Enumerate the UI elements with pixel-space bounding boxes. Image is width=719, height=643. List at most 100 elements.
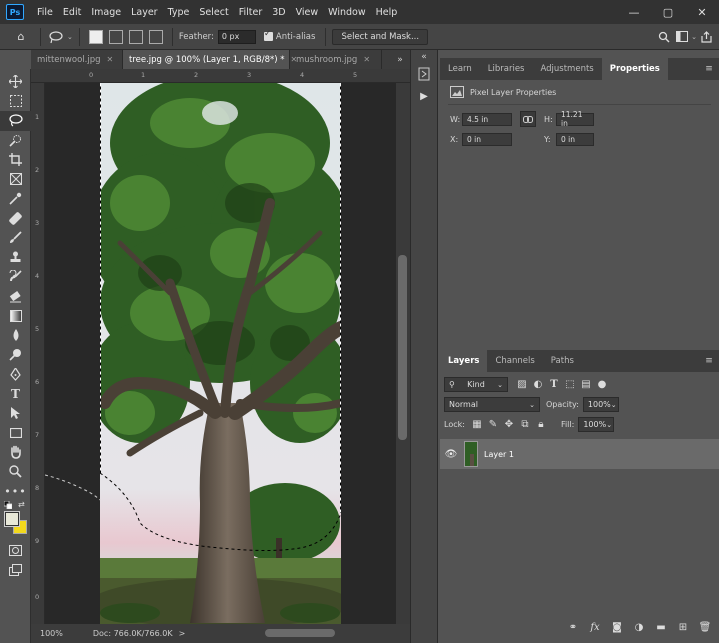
blur-tool-icon[interactable] (0, 326, 31, 346)
menu-3d[interactable]: 3D (267, 7, 290, 18)
lock-position-icon[interactable]: ✥ (501, 419, 517, 430)
tab-mittenwool[interactable]: mittenwool.jpg ✕ (31, 50, 123, 69)
type-filter-icon[interactable]: T (546, 379, 562, 390)
default-colors-icon[interactable] (3, 500, 13, 510)
eyedropper-tool-icon[interactable] (0, 189, 31, 209)
fill-field[interactable]: 100% ⌄ (578, 417, 615, 432)
add-mask-icon[interactable]: ◙ (606, 622, 628, 633)
tab-channels[interactable]: Channels (487, 350, 542, 372)
crop-tool-icon[interactable] (0, 150, 31, 170)
blend-mode-dropdown[interactable]: Normal ⌄ (444, 397, 540, 412)
x-field[interactable]: 0 in (462, 133, 512, 146)
marquee-tool-icon[interactable] (0, 92, 31, 112)
antialias-checkbox[interactable] (263, 29, 273, 41)
zoom-level[interactable]: 100% (40, 629, 63, 638)
vertical-scroll-thumb[interactable] (398, 255, 407, 440)
tab-mushroom[interactable]: mushroom.jpg ✕ (290, 50, 382, 69)
brush-tool-icon[interactable] (0, 228, 31, 248)
history-panel-icon[interactable] (416, 66, 432, 82)
quick-select-tool-icon[interactable] (0, 131, 31, 151)
lasso-tool-icon[interactable] (0, 111, 31, 131)
menu-view[interactable]: View (291, 7, 324, 18)
horizontal-scroll-thumb[interactable] (265, 629, 335, 637)
tab-properties[interactable]: Properties (601, 58, 668, 80)
tab-learn[interactable]: Learn (440, 58, 480, 80)
visibility-eye-icon[interactable]: 👁︎ (440, 449, 462, 460)
subtract-selection-button[interactable] (128, 29, 143, 44)
panel-menu-icon[interactable]: ≡ (699, 58, 719, 80)
menu-file[interactable]: File (32, 7, 58, 18)
minimize-button[interactable]: — (617, 0, 651, 24)
maximize-button[interactable]: ▢ (651, 0, 685, 24)
pen-tool-icon[interactable] (0, 365, 31, 385)
menu-window[interactable]: Window (323, 7, 370, 18)
opacity-field[interactable]: 100% ⌄ (582, 397, 619, 412)
new-selection-button[interactable] (88, 29, 103, 44)
pixel-filter-icon[interactable]: ▨ (514, 379, 530, 390)
clone-stamp-tool-icon[interactable] (0, 248, 31, 268)
frame-tool-icon[interactable] (0, 170, 31, 190)
select-and-mask-button[interactable]: Select and Mask... (332, 28, 429, 45)
shape-filter-icon[interactable]: ⬚ (562, 379, 578, 390)
tab-libraries[interactable]: Libraries (480, 58, 533, 80)
share-icon[interactable] (697, 28, 715, 46)
dodge-tool-icon[interactable] (0, 345, 31, 365)
gradient-tool-icon[interactable] (0, 306, 31, 326)
height-field[interactable]: 11.21 in (556, 110, 594, 128)
lock-pixels-icon[interactable]: ✎ (485, 419, 501, 430)
menu-image[interactable]: Image (86, 7, 126, 18)
layer-style-icon[interactable]: fx (584, 622, 606, 633)
hand-tool-icon[interactable] (0, 443, 31, 463)
layer-row[interactable]: 👁︎ Layer 1 (440, 439, 719, 469)
link-icon[interactable] (520, 111, 536, 127)
tab-tree[interactable]: tree.jpg @ 100% (Layer 1, RGB/8*) * ✕ (123, 50, 297, 69)
filter-toggle-icon[interactable]: ● (594, 379, 610, 390)
menu-select[interactable]: Select (194, 7, 233, 18)
history-brush-tool-icon[interactable] (0, 267, 31, 287)
tabs-overflow-icon[interactable]: » (390, 50, 410, 69)
type-tool-icon[interactable]: T (0, 384, 31, 404)
tab-adjustments[interactable]: Adjustments (532, 58, 601, 80)
tab-paths[interactable]: Paths (543, 350, 582, 372)
chevron-down-icon[interactable]: ⌄ (67, 33, 73, 41)
home-icon[interactable]: ⌂ (12, 28, 30, 46)
close-button[interactable]: ✕ (685, 0, 719, 24)
delete-layer-icon[interactable]: 🗑︎ (694, 622, 716, 633)
tab-layers[interactable]: Layers (440, 350, 488, 372)
search-icon[interactable] (655, 28, 673, 46)
actions-play-icon[interactable]: ▶ (416, 88, 432, 104)
menu-filter[interactable]: Filter (234, 7, 268, 18)
screen-mode-icon[interactable] (0, 561, 31, 581)
intersect-selection-button[interactable] (148, 29, 163, 44)
new-adjustment-icon[interactable]: ◑ (628, 622, 650, 633)
lock-transparent-icon[interactable]: ▦ (469, 419, 485, 430)
new-group-icon[interactable]: ▬ (650, 622, 672, 633)
smart-object-filter-icon[interactable]: ▤ (578, 379, 594, 390)
path-selection-tool-icon[interactable] (0, 404, 31, 424)
add-selection-button[interactable] (108, 29, 123, 44)
lock-artboard-icon[interactable]: ⧉ (517, 419, 533, 430)
swap-colors-icon[interactable]: ⇄ (18, 500, 25, 509)
close-icon[interactable]: ✕ (363, 55, 370, 64)
layer-name[interactable]: Layer 1 (484, 450, 514, 459)
move-tool-icon[interactable] (0, 72, 31, 92)
y-field[interactable]: 0 in (556, 133, 594, 146)
feather-input[interactable]: 0 px (217, 29, 256, 44)
rectangle-tool-icon[interactable] (0, 423, 31, 443)
zoom-tool-icon[interactable] (0, 462, 31, 482)
lock-all-icon[interactable]: 🔒︎ (533, 419, 549, 430)
menu-type[interactable]: Type (163, 7, 195, 18)
quick-mask-icon[interactable] (0, 541, 31, 561)
strip-collapse-icon[interactable]: « (411, 52, 437, 62)
menu-help[interactable]: Help (371, 7, 403, 18)
more-tools-icon[interactable]: ••• (0, 482, 31, 502)
width-field[interactable]: 4.5 in (462, 112, 512, 126)
healing-brush-tool-icon[interactable] (0, 209, 31, 229)
lasso-preset-icon[interactable] (47, 28, 65, 46)
link-layers-icon[interactable]: ⚭ (562, 622, 584, 633)
close-icon[interactable]: ✕ (107, 55, 114, 64)
new-layer-icon[interactable]: ⊞ (672, 622, 694, 633)
canvas-image[interactable] (100, 83, 341, 624)
eraser-tool-icon[interactable] (0, 287, 31, 307)
panel-menu-icon[interactable]: ≡ (699, 350, 719, 372)
